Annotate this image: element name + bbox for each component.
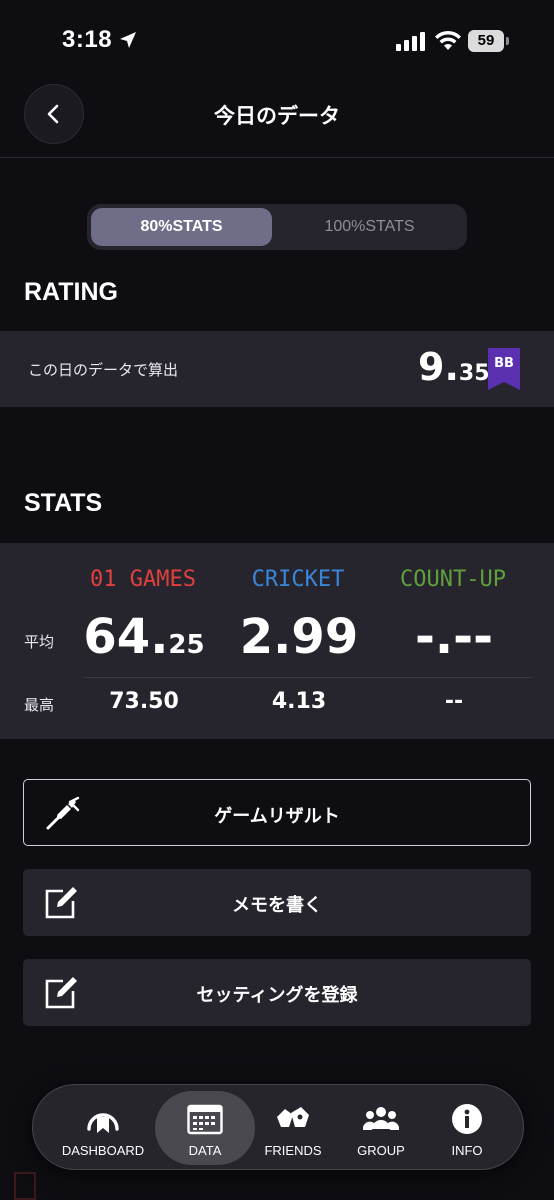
avg-count-up: -.-- xyxy=(415,609,493,665)
status-time: 3:18 xyxy=(62,26,113,53)
rating-badge: BB xyxy=(488,348,520,390)
rating-value-dec: 35 xyxy=(458,361,490,386)
toggle-80-stats[interactable]: 80%STATS xyxy=(91,208,272,246)
col-header-cricket: CRICKET xyxy=(251,567,345,592)
battery-icon: 59 xyxy=(468,30,509,52)
tab-dashboard[interactable]: DASHBOARD xyxy=(53,1091,153,1165)
write-memo-button[interactable]: メモを書く xyxy=(23,869,531,936)
tab-group[interactable]: GROUP xyxy=(331,1091,431,1165)
register-setting-label: セッティングを登録 xyxy=(196,985,358,1006)
page-title: 今日のデータ xyxy=(214,104,340,128)
rating-value: 9.35 xyxy=(418,345,490,389)
rating-badge-label: BB xyxy=(494,356,514,371)
stats-divider xyxy=(84,677,532,678)
avg-cricket: 2.99 xyxy=(239,609,359,665)
rating-label: この日のデータで算出 xyxy=(28,361,179,379)
write-memo-label: メモを書く xyxy=(232,895,322,916)
stats-panel: 01 GAMES CRICKET COUNT-UP 平均 64.25 2.99 … xyxy=(0,543,554,739)
calendar-icon xyxy=(187,1104,223,1135)
stats-toggle: 80%STATS 100%STATS xyxy=(87,204,467,250)
rating-section-title: RATING xyxy=(24,278,118,306)
bottom-tab-bar: DASHBOARD DATA FRIENDS GROUP INFO xyxy=(32,1084,524,1170)
partial-badge-icon xyxy=(14,1172,36,1200)
rating-row: この日のデータで算出 9.35 BB xyxy=(0,331,554,407)
header: 今日のデータ xyxy=(0,80,554,158)
max-01-games: 73.50 xyxy=(109,689,179,714)
info-icon xyxy=(452,1104,482,1134)
group-icon xyxy=(363,1107,399,1130)
location-arrow-icon xyxy=(120,32,136,48)
tab-info[interactable]: INFO xyxy=(417,1091,517,1165)
rating-value-int: 9. xyxy=(418,345,459,389)
register-setting-button[interactable]: セッティングを登録 xyxy=(23,959,531,1026)
status-bar: 3:18 59 xyxy=(0,0,554,80)
wifi-icon xyxy=(435,30,461,50)
col-header-count-up: COUNT-UP xyxy=(400,567,506,592)
tab-data[interactable]: DATA xyxy=(155,1091,255,1165)
max-row-label: 最高 xyxy=(24,696,55,714)
game-result-label: ゲームリザルト xyxy=(214,806,340,827)
battery-level: 59 xyxy=(468,30,504,52)
max-count-up: -- xyxy=(444,689,464,714)
avg-01-games: 64.25 xyxy=(83,609,205,665)
tab-friends[interactable]: FRIENDS xyxy=(243,1091,343,1165)
stats-section-title: STATS xyxy=(24,489,103,517)
avg-row-label: 平均 xyxy=(24,633,55,651)
col-header-01-games: 01 GAMES xyxy=(90,567,196,592)
max-cricket: 4.13 xyxy=(271,689,327,714)
toggle-100-stats[interactable]: 100%STATS xyxy=(278,208,461,246)
friends-icon xyxy=(277,1107,309,1127)
dashboard-gauge-icon xyxy=(87,1113,119,1133)
game-result-button[interactable]: ゲームリザルト xyxy=(23,779,531,846)
cellular-signal-icon xyxy=(396,32,425,51)
